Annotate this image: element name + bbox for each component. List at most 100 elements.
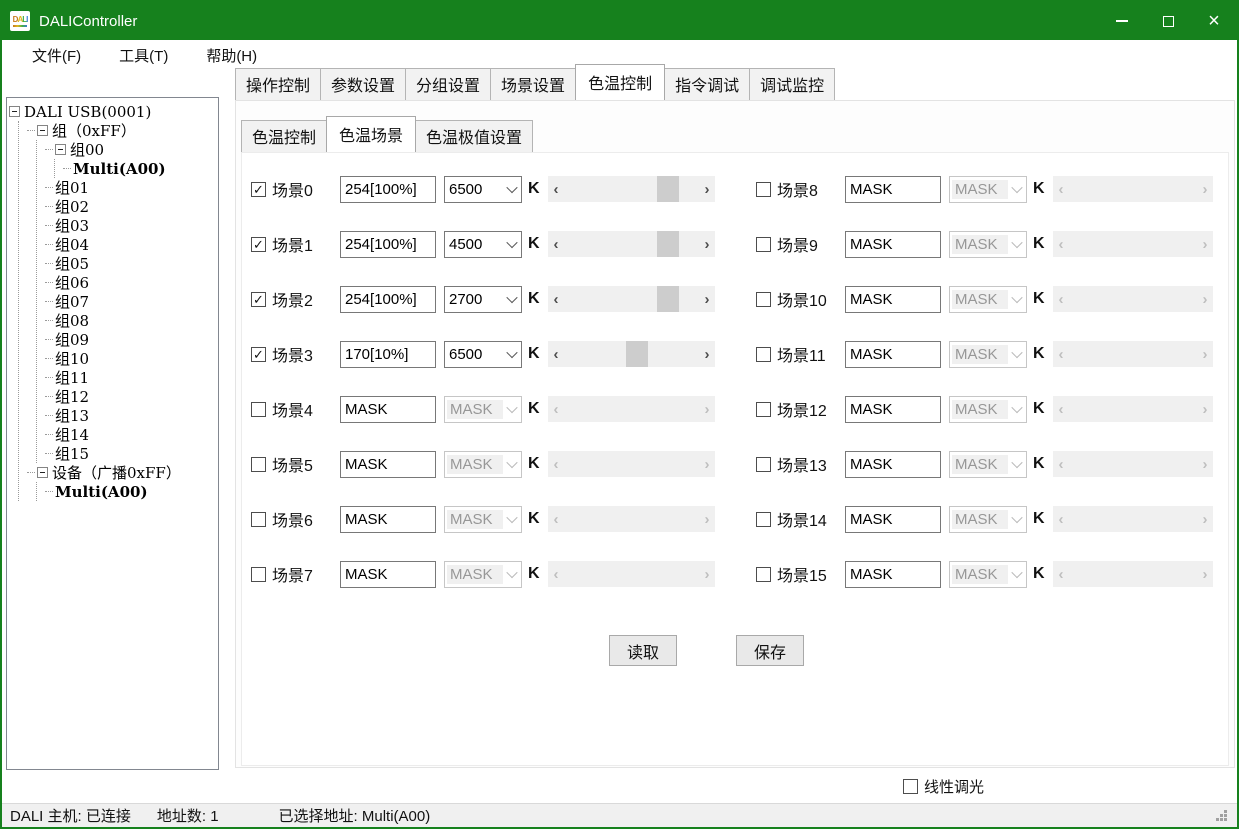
scene-value-input[interactable]	[845, 176, 941, 203]
main-tab[interactable]: 场景设置	[490, 68, 576, 100]
scene-value-input[interactable]	[845, 451, 941, 478]
tree-node-label[interactable]: 组15	[55, 443, 89, 464]
tree-node-row[interactable]: 组05	[45, 254, 216, 273]
menu-item[interactable]: 文件(F)	[20, 41, 93, 70]
tree-collapse-icon[interactable]	[37, 467, 48, 478]
tree-node-row[interactable]: 组（0xFF）	[27, 121, 216, 140]
tree-node-label[interactable]: 组00	[70, 139, 104, 160]
sub-tab[interactable]: 色温极值设置	[415, 120, 533, 152]
scene-checkbox[interactable]	[756, 292, 771, 307]
scene-value-input[interactable]	[340, 176, 436, 203]
main-tab[interactable]: 操作控制	[235, 68, 321, 100]
slider-left-arrow[interactable]: ‹	[548, 176, 564, 202]
tree-node-row[interactable]: 组15	[45, 444, 216, 463]
tree-node-label[interactable]: 组13	[55, 405, 89, 426]
slider-right-arrow[interactable]: ›	[699, 341, 715, 367]
scene-checkbox[interactable]	[251, 567, 266, 582]
read-button[interactable]: 读取	[609, 635, 677, 666]
scene-temp-select[interactable]: 4500	[444, 231, 522, 258]
tree-node-label[interactable]: 组07	[55, 291, 89, 312]
save-button[interactable]: 保存	[736, 635, 804, 666]
scene-checkbox[interactable]	[756, 512, 771, 527]
tree-node-row[interactable]: 组00	[45, 140, 216, 159]
scene-checkbox[interactable]	[756, 402, 771, 417]
scene-checkbox[interactable]	[251, 512, 266, 527]
tree-node-row[interactable]: 组02	[45, 197, 216, 216]
scene-value-input[interactable]	[845, 286, 941, 313]
tree-node-label[interactable]: 组11	[55, 367, 89, 388]
scene-temp-select[interactable]: 6500	[444, 176, 522, 203]
tree-node-label[interactable]: 组12	[55, 386, 89, 407]
scene-slider[interactable]: ‹›	[548, 341, 715, 367]
tree-node-label[interactable]: 组10	[55, 348, 89, 369]
tree-node-label[interactable]: 组04	[55, 234, 89, 255]
tree-node-label[interactable]: 组05	[55, 253, 89, 274]
tree-node-label[interactable]: 组09	[55, 329, 89, 350]
tree-node-label[interactable]: 组（0xFF）	[52, 120, 136, 141]
scene-value-input[interactable]	[340, 341, 436, 368]
tree-collapse-icon[interactable]	[55, 144, 66, 155]
scene-value-input[interactable]	[845, 396, 941, 423]
slider-left-arrow[interactable]: ‹	[548, 231, 564, 257]
slider-left-arrow[interactable]: ‹	[548, 286, 564, 312]
tree-node-row[interactable]: 组06	[45, 273, 216, 292]
scene-temp-select[interactable]: 2700	[444, 286, 522, 313]
scene-checkbox[interactable]: ✓	[251, 347, 266, 362]
tree-node-row[interactable]: 组07	[45, 292, 216, 311]
menu-item[interactable]: 帮助(H)	[194, 41, 269, 70]
maximize-button[interactable]	[1145, 2, 1191, 40]
slider-left-arrow[interactable]: ‹	[548, 341, 564, 367]
scene-checkbox[interactable]: ✓	[251, 292, 266, 307]
tree-node-row[interactable]: Multi(A00)	[63, 159, 216, 178]
scene-value-input[interactable]	[340, 451, 436, 478]
scene-temp-select[interactable]: 6500	[444, 341, 522, 368]
sub-tab[interactable]: 色温场景	[326, 116, 416, 152]
tree-node-row[interactable]: 组10	[45, 349, 216, 368]
slider-thumb[interactable]	[657, 176, 679, 202]
tree-node-row[interactable]: Multi(A00)	[45, 482, 216, 501]
main-tab[interactable]: 调试监控	[749, 68, 835, 100]
scene-checkbox[interactable]: ✓	[251, 182, 266, 197]
linear-dimming-checkbox[interactable]	[903, 779, 918, 794]
main-tab[interactable]: 指令调试	[664, 68, 750, 100]
scene-checkbox[interactable]	[251, 457, 266, 472]
tree-node-row[interactable]: 组14	[45, 425, 216, 444]
tree-collapse-icon[interactable]	[9, 106, 20, 117]
tree-node-row[interactable]: 组11	[45, 368, 216, 387]
sub-tab[interactable]: 色温控制	[241, 120, 327, 152]
scene-value-input[interactable]	[340, 506, 436, 533]
tree-node-row[interactable]: 组03	[45, 216, 216, 235]
scene-checkbox[interactable]	[756, 567, 771, 582]
tree-node-row[interactable]: 组12	[45, 387, 216, 406]
scene-slider[interactable]: ‹›	[548, 176, 715, 202]
scene-checkbox[interactable]	[756, 457, 771, 472]
tree-node-row[interactable]: 组04	[45, 235, 216, 254]
slider-thumb[interactable]	[657, 286, 679, 312]
scene-value-input[interactable]	[340, 286, 436, 313]
tree-node-row[interactable]: 设备（广播0xFF）	[27, 463, 216, 482]
scene-slider[interactable]: ‹›	[548, 231, 715, 257]
scene-checkbox[interactable]: ✓	[251, 237, 266, 252]
resize-grip[interactable]	[1224, 818, 1227, 821]
main-tab[interactable]: 分组设置	[405, 68, 491, 100]
main-tab[interactable]: 参数设置	[320, 68, 406, 100]
scene-value-input[interactable]	[340, 396, 436, 423]
tree-node-label[interactable]: 组01	[55, 177, 89, 198]
slider-right-arrow[interactable]: ›	[699, 176, 715, 202]
close-button[interactable]: ×	[1191, 2, 1237, 40]
main-tab[interactable]: 色温控制	[575, 64, 665, 100]
tree-node-label[interactable]: 组03	[55, 215, 89, 236]
tree-collapse-icon[interactable]	[37, 125, 48, 136]
scene-checkbox[interactable]	[756, 347, 771, 362]
scene-checkbox[interactable]	[756, 237, 771, 252]
tree-node-row[interactable]: 组13	[45, 406, 216, 425]
scene-value-input[interactable]	[340, 231, 436, 258]
tree-node-row[interactable]: 组01	[45, 178, 216, 197]
tree-node-row[interactable]: DALI USB(0001)	[9, 102, 216, 121]
scene-value-input[interactable]	[845, 506, 941, 533]
tree-node-label[interactable]: 设备（广播0xFF）	[52, 462, 181, 483]
scene-value-input[interactable]	[845, 561, 941, 588]
slider-thumb[interactable]	[626, 341, 648, 367]
menu-item[interactable]: 工具(T)	[107, 41, 180, 70]
scene-checkbox[interactable]	[251, 402, 266, 417]
